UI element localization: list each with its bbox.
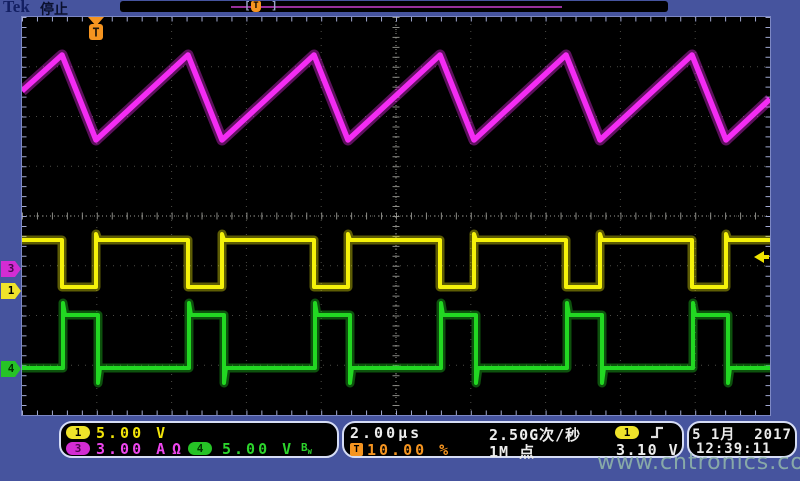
window-bracket-left-icon: [: [244, 0, 251, 12]
horizontal-position-readout: 10.00 %: [367, 441, 451, 459]
bw-sub-letter: W: [308, 448, 312, 456]
channel4-ground-marker: 4: [1, 361, 21, 377]
channel4-bandwidth-icon: BW: [301, 441, 312, 456]
waveform-canvas: T: [22, 17, 770, 415]
trigger-source-badge: 1: [615, 426, 639, 439]
ch1-gate-high-side-trace-core: [22, 234, 770, 287]
window-bracket-right-icon: ]: [271, 0, 278, 12]
record-length-readout: 1M 点: [489, 441, 535, 462]
trigger-position-bar-icon: T: [251, 1, 261, 12]
trigger-slope-rising-icon: [650, 425, 665, 440]
channel3-badge: 3: [66, 442, 90, 455]
channel4-scale-readout: 5.00 V: [222, 440, 294, 458]
channel1-badge: 1: [66, 426, 90, 439]
watermark-text: www.cntronics.com: [597, 450, 800, 475]
bw-letter: B: [301, 441, 308, 454]
oscilloscope-screen: Tek 停止 [ T ] T 3 1 4 1 5.00 V 3 3.00 A Ω…: [0, 0, 800, 481]
trigger-position-badge-icon: T: [350, 443, 363, 456]
horizontal-scale-readout: 2.00µs: [350, 424, 422, 442]
channel4-badge: 4: [188, 442, 212, 455]
graticule-grid: [22, 17, 770, 415]
record-length-line: [231, 6, 562, 8]
channel3-scale-readout: 3.00 A: [96, 440, 168, 458]
horizontal-position-bar: [ T ]: [120, 1, 668, 12]
trigger-level-arrow-icon: [754, 251, 769, 263]
trigger-position-label: T: [92, 26, 99, 40]
channel-readout-panel: 1 5.00 V 3 3.00 A Ω 4 5.00 V BW: [59, 421, 339, 458]
channel3-ground-marker: 3: [1, 261, 21, 277]
trigger-position-marker: T: [88, 17, 104, 40]
tek-logo: Tek: [3, 0, 30, 17]
channel1-ground-marker: 1: [1, 283, 21, 299]
graticule-display: T: [21, 16, 771, 416]
channel3-impedance-icon: Ω: [172, 440, 181, 458]
